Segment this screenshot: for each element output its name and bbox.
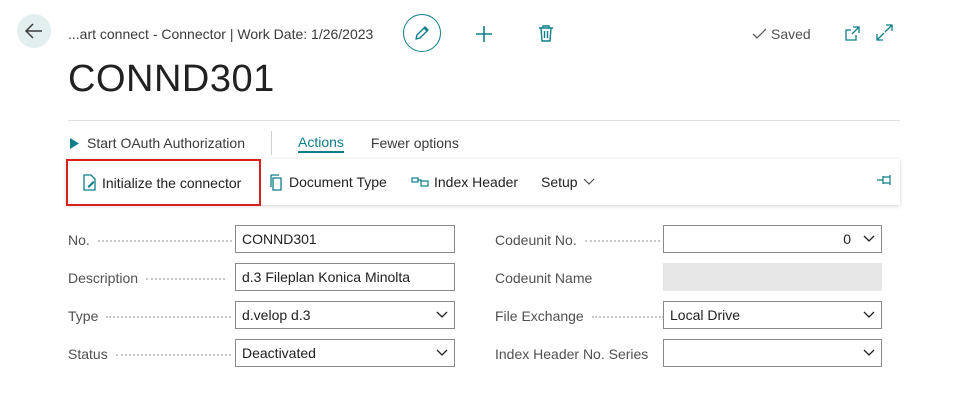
saved-label: Saved xyxy=(771,26,811,42)
open-in-new-window-icon xyxy=(844,25,860,41)
description-field[interactable]: d.3 Fileplan Konica Minolta xyxy=(235,263,455,291)
index-header-no-series-label-text: Index Header No. Series xyxy=(495,346,649,362)
start-oauth-button[interactable]: Start OAuth Authorization xyxy=(70,135,245,151)
type-label: Type xyxy=(68,308,232,324)
file-exchange-value: Local Drive xyxy=(670,307,741,323)
dotted-leader xyxy=(115,354,231,356)
codeunit-no-label: Codeunit No. xyxy=(495,232,660,248)
start-oauth-label: Start OAuth Authorization xyxy=(87,135,245,151)
document-edit-icon xyxy=(83,174,96,191)
no-field[interactable]: CONND301 xyxy=(235,225,455,253)
chevron-down-icon xyxy=(863,311,875,318)
codeunit-no-label-text: Codeunit No. xyxy=(495,232,577,248)
delete-button[interactable] xyxy=(537,23,555,43)
separator xyxy=(270,131,272,155)
pencil-icon xyxy=(415,26,429,40)
document-type-label: Document Type xyxy=(289,174,387,190)
setup-label: Setup xyxy=(541,174,578,190)
arrow-left-icon xyxy=(25,23,42,39)
initialize-connector-label: Initialize the connector xyxy=(102,174,242,191)
dotted-leader xyxy=(106,316,232,318)
dotted-leader xyxy=(97,240,232,242)
type-select[interactable]: d.velop d.3 xyxy=(235,301,455,329)
setup-menu-button[interactable]: Setup xyxy=(541,159,595,205)
codeunit-name-label-text: Codeunit Name xyxy=(495,270,593,286)
plus-icon xyxy=(476,26,492,42)
type-value: d.velop d.3 xyxy=(242,307,311,323)
breadcrumb: ...art connect - Connector | Work Date: … xyxy=(68,26,374,42)
expand-button[interactable] xyxy=(875,23,893,41)
action-bar: Start OAuth Authorization Actions Fewer … xyxy=(70,131,459,155)
dotted-leader xyxy=(584,240,660,242)
file-exchange-select[interactable]: Local Drive xyxy=(663,301,882,329)
new-button[interactable] xyxy=(474,24,494,44)
play-icon xyxy=(70,137,79,149)
index-header-icon xyxy=(411,177,429,187)
description-label: Description xyxy=(68,270,226,286)
dotted-leader xyxy=(591,316,664,318)
status-label: Status xyxy=(68,346,231,362)
divider xyxy=(68,120,900,121)
codeunit-no-value: 0 xyxy=(843,231,851,247)
saved-status: Saved xyxy=(752,26,811,42)
index-header-button[interactable]: Index Header xyxy=(411,159,518,205)
document-type-button[interactable]: Document Type xyxy=(269,159,387,205)
no-label: No. xyxy=(68,232,232,248)
index-header-no-series-label: Index Header No. Series xyxy=(495,346,648,362)
status-select[interactable]: Deactivated xyxy=(235,339,455,367)
no-value: CONND301 xyxy=(242,231,317,247)
open-new-window-button[interactable] xyxy=(843,24,861,42)
codeunit-name-label: Codeunit Name xyxy=(495,270,592,286)
index-header-label: Index Header xyxy=(434,174,519,190)
chevron-down-icon xyxy=(436,311,448,318)
codeunit-no-field[interactable]: 0 xyxy=(663,225,882,253)
trash-icon xyxy=(539,25,553,42)
status-value: Deactivated xyxy=(242,345,316,361)
status-label-text: Status xyxy=(68,346,108,362)
chevron-down-icon xyxy=(863,235,875,242)
initialize-connector-button[interactable]: Initialize the connector xyxy=(66,159,261,206)
page-title: CONND301 xyxy=(68,58,275,100)
chevron-down-icon xyxy=(863,349,875,356)
tab-actions[interactable]: Actions xyxy=(297,134,344,153)
chevron-down-icon xyxy=(583,178,595,185)
actions-toolbar: Initialize the connector Document Type I… xyxy=(66,159,900,206)
description-value: d.3 Fileplan Konica Minolta xyxy=(242,269,411,285)
document-icon xyxy=(270,173,282,191)
expand-icon xyxy=(875,23,893,41)
edit-button[interactable] xyxy=(403,14,441,52)
pin-icon xyxy=(877,175,891,185)
pin-button[interactable] xyxy=(876,173,894,190)
file-exchange-label: File Exchange xyxy=(495,308,664,324)
checkmark-icon xyxy=(752,28,767,39)
codeunit-name-field xyxy=(663,263,882,291)
description-label-text: Description xyxy=(68,270,139,286)
file-exchange-label-text: File Exchange xyxy=(495,308,584,324)
dotted-leader xyxy=(146,278,226,280)
chevron-down-icon xyxy=(436,349,448,356)
index-header-no-series-select[interactable] xyxy=(663,339,882,367)
back-button[interactable] xyxy=(17,14,51,48)
type-label-text: Type xyxy=(68,308,99,324)
no-label-text: No. xyxy=(68,232,90,248)
fewer-options-button[interactable]: Fewer options xyxy=(371,135,459,151)
